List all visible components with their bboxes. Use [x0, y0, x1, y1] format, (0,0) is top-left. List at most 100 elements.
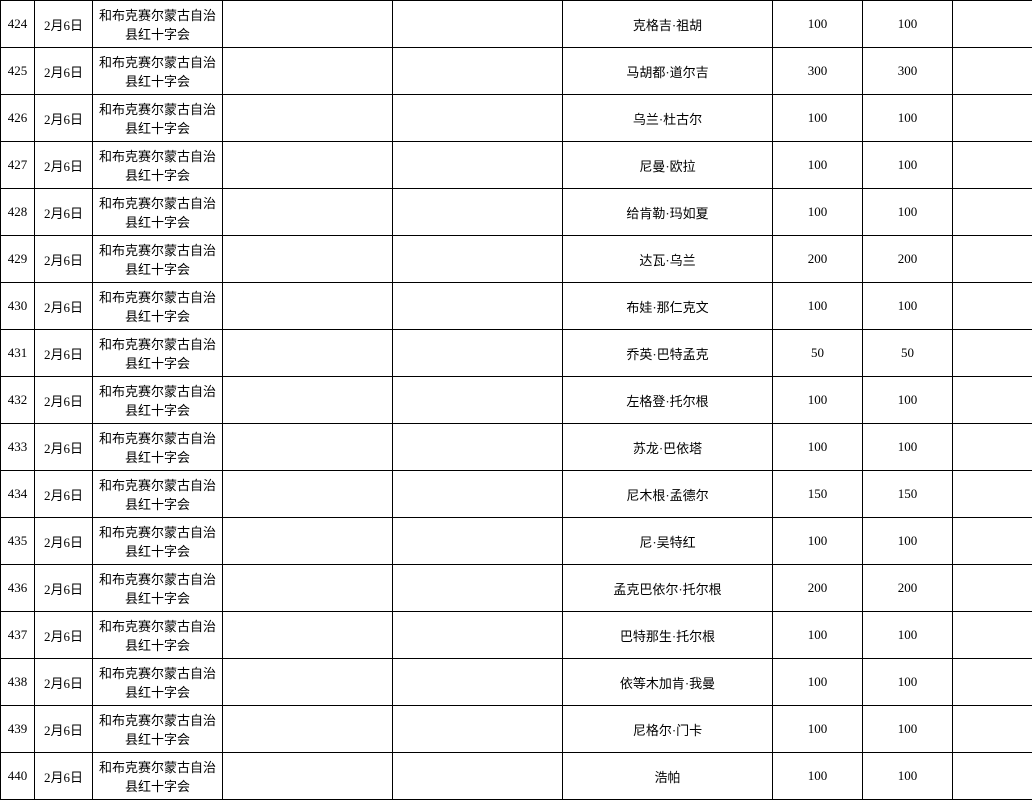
cell-amount1: 50 — [773, 330, 863, 377]
cell-amount2: 100 — [863, 1, 953, 48]
cell-blank1 — [223, 236, 393, 283]
table-row: 4322月6日和布克赛尔蒙古自治县红十字会左格登·托尔根100100 — [1, 377, 1032, 424]
cell-donor: 苏龙·巴依塔 — [563, 424, 773, 471]
cell-org: 和布克赛尔蒙古自治县红十字会 — [93, 424, 223, 471]
cell-blank3 — [953, 753, 1032, 800]
cell-amount1: 100 — [773, 424, 863, 471]
cell-amount1: 100 — [773, 518, 863, 565]
cell-donor: 浩帕 — [563, 753, 773, 800]
cell-amount2: 100 — [863, 377, 953, 424]
cell-amount2: 300 — [863, 48, 953, 95]
cell-amount2: 150 — [863, 471, 953, 518]
cell-amount1: 100 — [773, 753, 863, 800]
cell-amount1: 100 — [773, 283, 863, 330]
cell-blank3 — [953, 330, 1032, 377]
cell-date: 2月6日 — [35, 283, 93, 330]
cell-donor: 乌兰·杜古尔 — [563, 95, 773, 142]
cell-blank2 — [393, 330, 563, 377]
cell-donor: 克格吉·祖胡 — [563, 1, 773, 48]
cell-amount2: 100 — [863, 424, 953, 471]
cell-index: 435 — [1, 518, 35, 565]
cell-donor: 给肯勒·玛如夏 — [563, 189, 773, 236]
cell-blank1 — [223, 706, 393, 753]
cell-date: 2月6日 — [35, 471, 93, 518]
cell-amount1: 200 — [773, 236, 863, 283]
table-row: 4242月6日和布克赛尔蒙古自治县红十字会克格吉·祖胡100100 — [1, 1, 1032, 48]
cell-blank2 — [393, 565, 563, 612]
table-row: 4252月6日和布克赛尔蒙古自治县红十字会马胡都·道尔吉300300 — [1, 48, 1032, 95]
cell-index: 431 — [1, 330, 35, 377]
cell-donor: 尼曼·欧拉 — [563, 142, 773, 189]
cell-date: 2月6日 — [35, 518, 93, 565]
table-row: 4302月6日和布克赛尔蒙古自治县红十字会布娃·那仁克文100100 — [1, 283, 1032, 330]
cell-amount2: 200 — [863, 565, 953, 612]
cell-amount1: 100 — [773, 189, 863, 236]
cell-blank2 — [393, 48, 563, 95]
cell-amount2: 100 — [863, 612, 953, 659]
cell-amount1: 100 — [773, 612, 863, 659]
cell-index: 428 — [1, 189, 35, 236]
cell-date: 2月6日 — [35, 95, 93, 142]
cell-org: 和布克赛尔蒙古自治县红十字会 — [93, 1, 223, 48]
cell-index: 434 — [1, 471, 35, 518]
table-row: 4402月6日和布克赛尔蒙古自治县红十字会浩帕100100 — [1, 753, 1032, 800]
cell-donor: 布娃·那仁克文 — [563, 283, 773, 330]
cell-date: 2月6日 — [35, 1, 93, 48]
cell-index: 438 — [1, 659, 35, 706]
cell-org: 和布克赛尔蒙古自治县红十字会 — [93, 753, 223, 800]
cell-blank3 — [953, 612, 1032, 659]
cell-blank3 — [953, 142, 1032, 189]
cell-blank1 — [223, 330, 393, 377]
cell-blank3 — [953, 1, 1032, 48]
cell-index: 436 — [1, 565, 35, 612]
cell-org: 和布克赛尔蒙古自治县红十字会 — [93, 48, 223, 95]
cell-index: 440 — [1, 753, 35, 800]
cell-amount2: 100 — [863, 659, 953, 706]
cell-blank2 — [393, 142, 563, 189]
cell-org: 和布克赛尔蒙古自治县红十字会 — [93, 142, 223, 189]
cell-org: 和布克赛尔蒙古自治县红十字会 — [93, 236, 223, 283]
table-row: 4392月6日和布克赛尔蒙古自治县红十字会尼格尔·门卡100100 — [1, 706, 1032, 753]
cell-blank2 — [393, 95, 563, 142]
cell-org: 和布克赛尔蒙古自治县红十字会 — [93, 612, 223, 659]
cell-date: 2月6日 — [35, 236, 93, 283]
cell-blank2 — [393, 753, 563, 800]
cell-blank3 — [953, 565, 1032, 612]
cell-org: 和布克赛尔蒙古自治县红十字会 — [93, 189, 223, 236]
cell-blank1 — [223, 612, 393, 659]
cell-blank3 — [953, 283, 1032, 330]
cell-blank1 — [223, 48, 393, 95]
cell-index: 439 — [1, 706, 35, 753]
table-row: 4282月6日和布克赛尔蒙古自治县红十字会给肯勒·玛如夏100100 — [1, 189, 1032, 236]
cell-org: 和布克赛尔蒙古自治县红十字会 — [93, 565, 223, 612]
table-row: 4312月6日和布克赛尔蒙古自治县红十字会乔英·巴特孟克5050 — [1, 330, 1032, 377]
cell-blank3 — [953, 659, 1032, 706]
table-row: 4332月6日和布克赛尔蒙古自治县红十字会苏龙·巴依塔100100 — [1, 424, 1032, 471]
table-row: 4352月6日和布克赛尔蒙古自治县红十字会尼·吴特红100100 — [1, 518, 1032, 565]
table-row: 4292月6日和布克赛尔蒙古自治县红十字会达瓦·乌兰200200 — [1, 236, 1032, 283]
cell-blank2 — [393, 377, 563, 424]
cell-blank3 — [953, 706, 1032, 753]
cell-amount2: 50 — [863, 330, 953, 377]
cell-date: 2月6日 — [35, 330, 93, 377]
cell-index: 427 — [1, 142, 35, 189]
cell-amount1: 100 — [773, 377, 863, 424]
cell-blank1 — [223, 518, 393, 565]
cell-index: 426 — [1, 95, 35, 142]
cell-blank3 — [953, 471, 1032, 518]
cell-donor: 依等木加肯·我曼 — [563, 659, 773, 706]
cell-index: 424 — [1, 1, 35, 48]
cell-blank1 — [223, 753, 393, 800]
cell-blank2 — [393, 424, 563, 471]
cell-index: 437 — [1, 612, 35, 659]
cell-amount2: 100 — [863, 189, 953, 236]
table-row: 4272月6日和布克赛尔蒙古自治县红十字会尼曼·欧拉100100 — [1, 142, 1032, 189]
cell-donor: 达瓦·乌兰 — [563, 236, 773, 283]
cell-blank3 — [953, 424, 1032, 471]
table-row: 4262月6日和布克赛尔蒙古自治县红十字会乌兰·杜古尔100100 — [1, 95, 1032, 142]
cell-blank1 — [223, 95, 393, 142]
cell-org: 和布克赛尔蒙古自治县红十字会 — [93, 283, 223, 330]
cell-donor: 尼·吴特红 — [563, 518, 773, 565]
donation-table: 4242月6日和布克赛尔蒙古自治县红十字会克格吉·祖胡1001004252月6日… — [0, 0, 1032, 800]
table-row: 4362月6日和布克赛尔蒙古自治县红十字会孟克巴依尔·托尔根200200 — [1, 565, 1032, 612]
